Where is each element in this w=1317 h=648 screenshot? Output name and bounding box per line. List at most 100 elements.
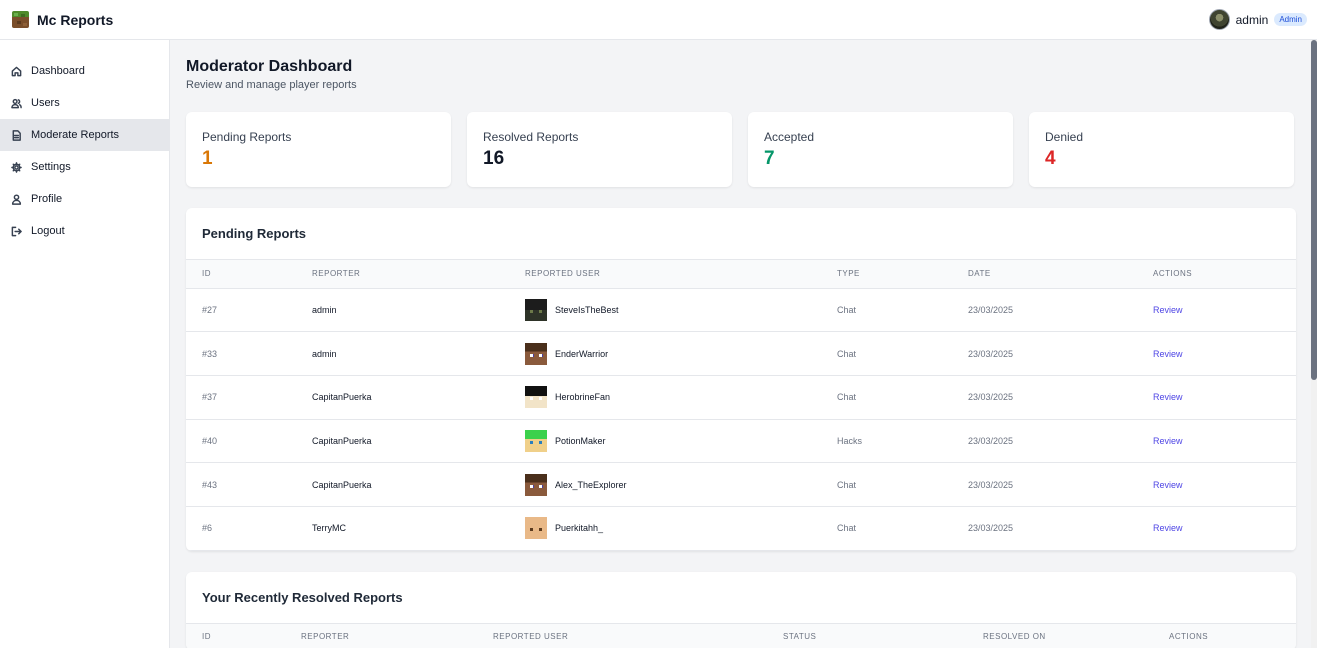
stat-label: Pending Reports — [202, 130, 292, 144]
panel-title: Your Recently Resolved Reports — [186, 572, 1296, 624]
report-type: Chat — [821, 462, 952, 507]
report-id: #37 — [186, 375, 296, 420]
user-menu[interactable]: admin Admin — [1208, 9, 1307, 30]
table-row: #43 CapitanPuerka Alex_TheExplorer Chat … — [186, 462, 1296, 507]
scrollbar[interactable] — [1311, 40, 1317, 648]
report-date: 23/03/2025 — [952, 288, 1137, 333]
review-link[interactable]: Review — [1153, 523, 1183, 533]
reported-user-name: EnderWarrior — [555, 348, 609, 359]
player-head-icon — [525, 429, 547, 452]
table-row: #37 CapitanPuerka HerobrineFan Chat 23/0… — [186, 375, 1296, 420]
sidebar-item-moderate-reports[interactable]: Moderate Reports — [0, 119, 169, 151]
column-header: REPORTER — [285, 623, 477, 648]
column-header: ID — [186, 260, 296, 289]
reporter: admin — [296, 288, 509, 333]
report-type: Chat — [821, 506, 952, 551]
main-content: Moderator Dashboard Review and manage pl… — [170, 40, 1311, 648]
stat-label: Accepted — [764, 130, 815, 144]
reported-user: EnderWarrior — [525, 342, 821, 365]
column-header: ACTIONS — [1153, 623, 1296, 648]
sidebar-item-label: Dashboard — [31, 65, 85, 77]
reported-user: PotionMaker — [525, 429, 821, 452]
column-header: ID — [186, 623, 285, 648]
page-subtitle: Review and manage player reports — [186, 79, 357, 91]
report-type: Chat — [821, 331, 952, 376]
sidebar-item-users[interactable]: Users — [0, 87, 169, 119]
reported-user: Puerkitahh_ — [525, 517, 821, 540]
users-icon — [11, 98, 22, 109]
table-header-row: ID REPORTER REPORTED USER TYPE DATE ACTI… — [186, 260, 1296, 289]
report-date: 23/03/2025 — [952, 419, 1137, 464]
stat-label: Denied — [1045, 130, 1084, 144]
stats-row: Pending Reports 1 Resolved Reports 16 Ac… — [186, 112, 1296, 187]
stat-card-accepted: Accepted 7 — [748, 112, 1013, 187]
reported-user: SteveIsTheBest — [525, 298, 821, 321]
table-row: #40 CapitanPuerka PotionMaker Hacks 23/0… — [186, 419, 1296, 464]
column-header: ACTIONS — [1137, 260, 1296, 289]
stat-card-resolved: Resolved Reports 16 — [467, 112, 732, 187]
document-icon — [11, 129, 22, 141]
column-header: STATUS — [767, 623, 967, 648]
report-type: Chat — [821, 375, 952, 420]
pending-reports-table: ID REPORTER REPORTED USER TYPE DATE ACTI… — [186, 260, 1296, 551]
resolved-reports-table: ID REPORTER REPORTED USER STATUS RESOLVE… — [186, 623, 1296, 648]
reported-user-name: PotionMaker — [555, 435, 606, 446]
report-date: 23/03/2025 — [952, 506, 1137, 551]
report-type: Chat — [821, 288, 952, 333]
logout-icon — [11, 226, 22, 237]
column-header: REPORTER — [296, 260, 509, 289]
sidebar-item-settings[interactable]: Settings — [0, 151, 169, 183]
report-id: #40 — [186, 419, 296, 464]
report-id: #43 — [186, 462, 296, 507]
stat-value: 1 — [202, 148, 213, 169]
sidebar-item-label: Profile — [31, 193, 63, 205]
sidebar-item-label: Logout — [31, 225, 65, 237]
column-header: RESOLVED ON — [967, 623, 1153, 648]
reporter: CapitanPuerka — [296, 419, 509, 464]
table-row: #27 admin SteveIsTheBest Chat 23/03/2025… — [186, 288, 1296, 333]
column-header: REPORTED USER — [509, 260, 821, 289]
player-head-icon — [525, 473, 547, 496]
stat-value: 4 — [1045, 148, 1056, 169]
sidebar-item-profile[interactable]: Profile — [0, 183, 169, 215]
stat-label: Resolved Reports — [483, 130, 579, 144]
player-head-icon — [525, 298, 547, 321]
column-header: REPORTED USER — [477, 623, 767, 648]
brand[interactable]: Mc Reports — [12, 11, 113, 28]
pending-reports-panel: Pending Reports ID REPORTER REPORTED USE… — [186, 208, 1296, 551]
sidebar-item-logout[interactable]: Logout — [0, 215, 169, 247]
app-title: Mc Reports — [37, 11, 114, 28]
scrollbar-thumb[interactable] — [1311, 40, 1317, 380]
review-link[interactable]: Review — [1153, 349, 1183, 359]
table-header-row: ID REPORTER REPORTED USER STATUS RESOLVE… — [186, 623, 1296, 648]
grass-block-logo-icon — [12, 11, 29, 28]
stat-card-pending: Pending Reports 1 — [186, 112, 451, 187]
top-bar: Mc Reports admin Admin — [0, 0, 1317, 40]
reported-user-name: Puerkitahh_ — [555, 523, 604, 534]
player-head-icon — [525, 342, 547, 365]
player-head-icon — [525, 517, 547, 540]
user-name: admin — [1235, 12, 1269, 27]
review-link[interactable]: Review — [1153, 480, 1183, 490]
stat-card-denied: Denied 4 — [1029, 112, 1294, 187]
sidebar-item-label: Moderate Reports — [31, 129, 120, 141]
sidebar-item-label: Settings — [31, 161, 71, 173]
review-link[interactable]: Review — [1153, 305, 1183, 315]
report-id: #33 — [186, 331, 296, 376]
report-date: 23/03/2025 — [952, 462, 1137, 507]
reporter: TerryMC — [296, 506, 509, 551]
report-id: #6 — [186, 506, 296, 551]
report-date: 23/03/2025 — [952, 375, 1137, 420]
stat-value: 7 — [764, 148, 775, 169]
review-link[interactable]: Review — [1153, 436, 1183, 446]
reporter: admin — [296, 331, 509, 376]
report-type: Hacks — [821, 419, 952, 464]
report-id: #27 — [186, 288, 296, 333]
user-icon — [11, 193, 22, 205]
sidebar-item-dashboard[interactable]: Dashboard — [0, 55, 169, 87]
avatar[interactable] — [1208, 9, 1230, 30]
review-link[interactable]: Review — [1153, 392, 1183, 402]
reporter: CapitanPuerka — [296, 375, 509, 420]
gear-icon — [11, 161, 22, 173]
resolved-reports-panel: Your Recently Resolved Reports ID REPORT… — [186, 571, 1296, 648]
